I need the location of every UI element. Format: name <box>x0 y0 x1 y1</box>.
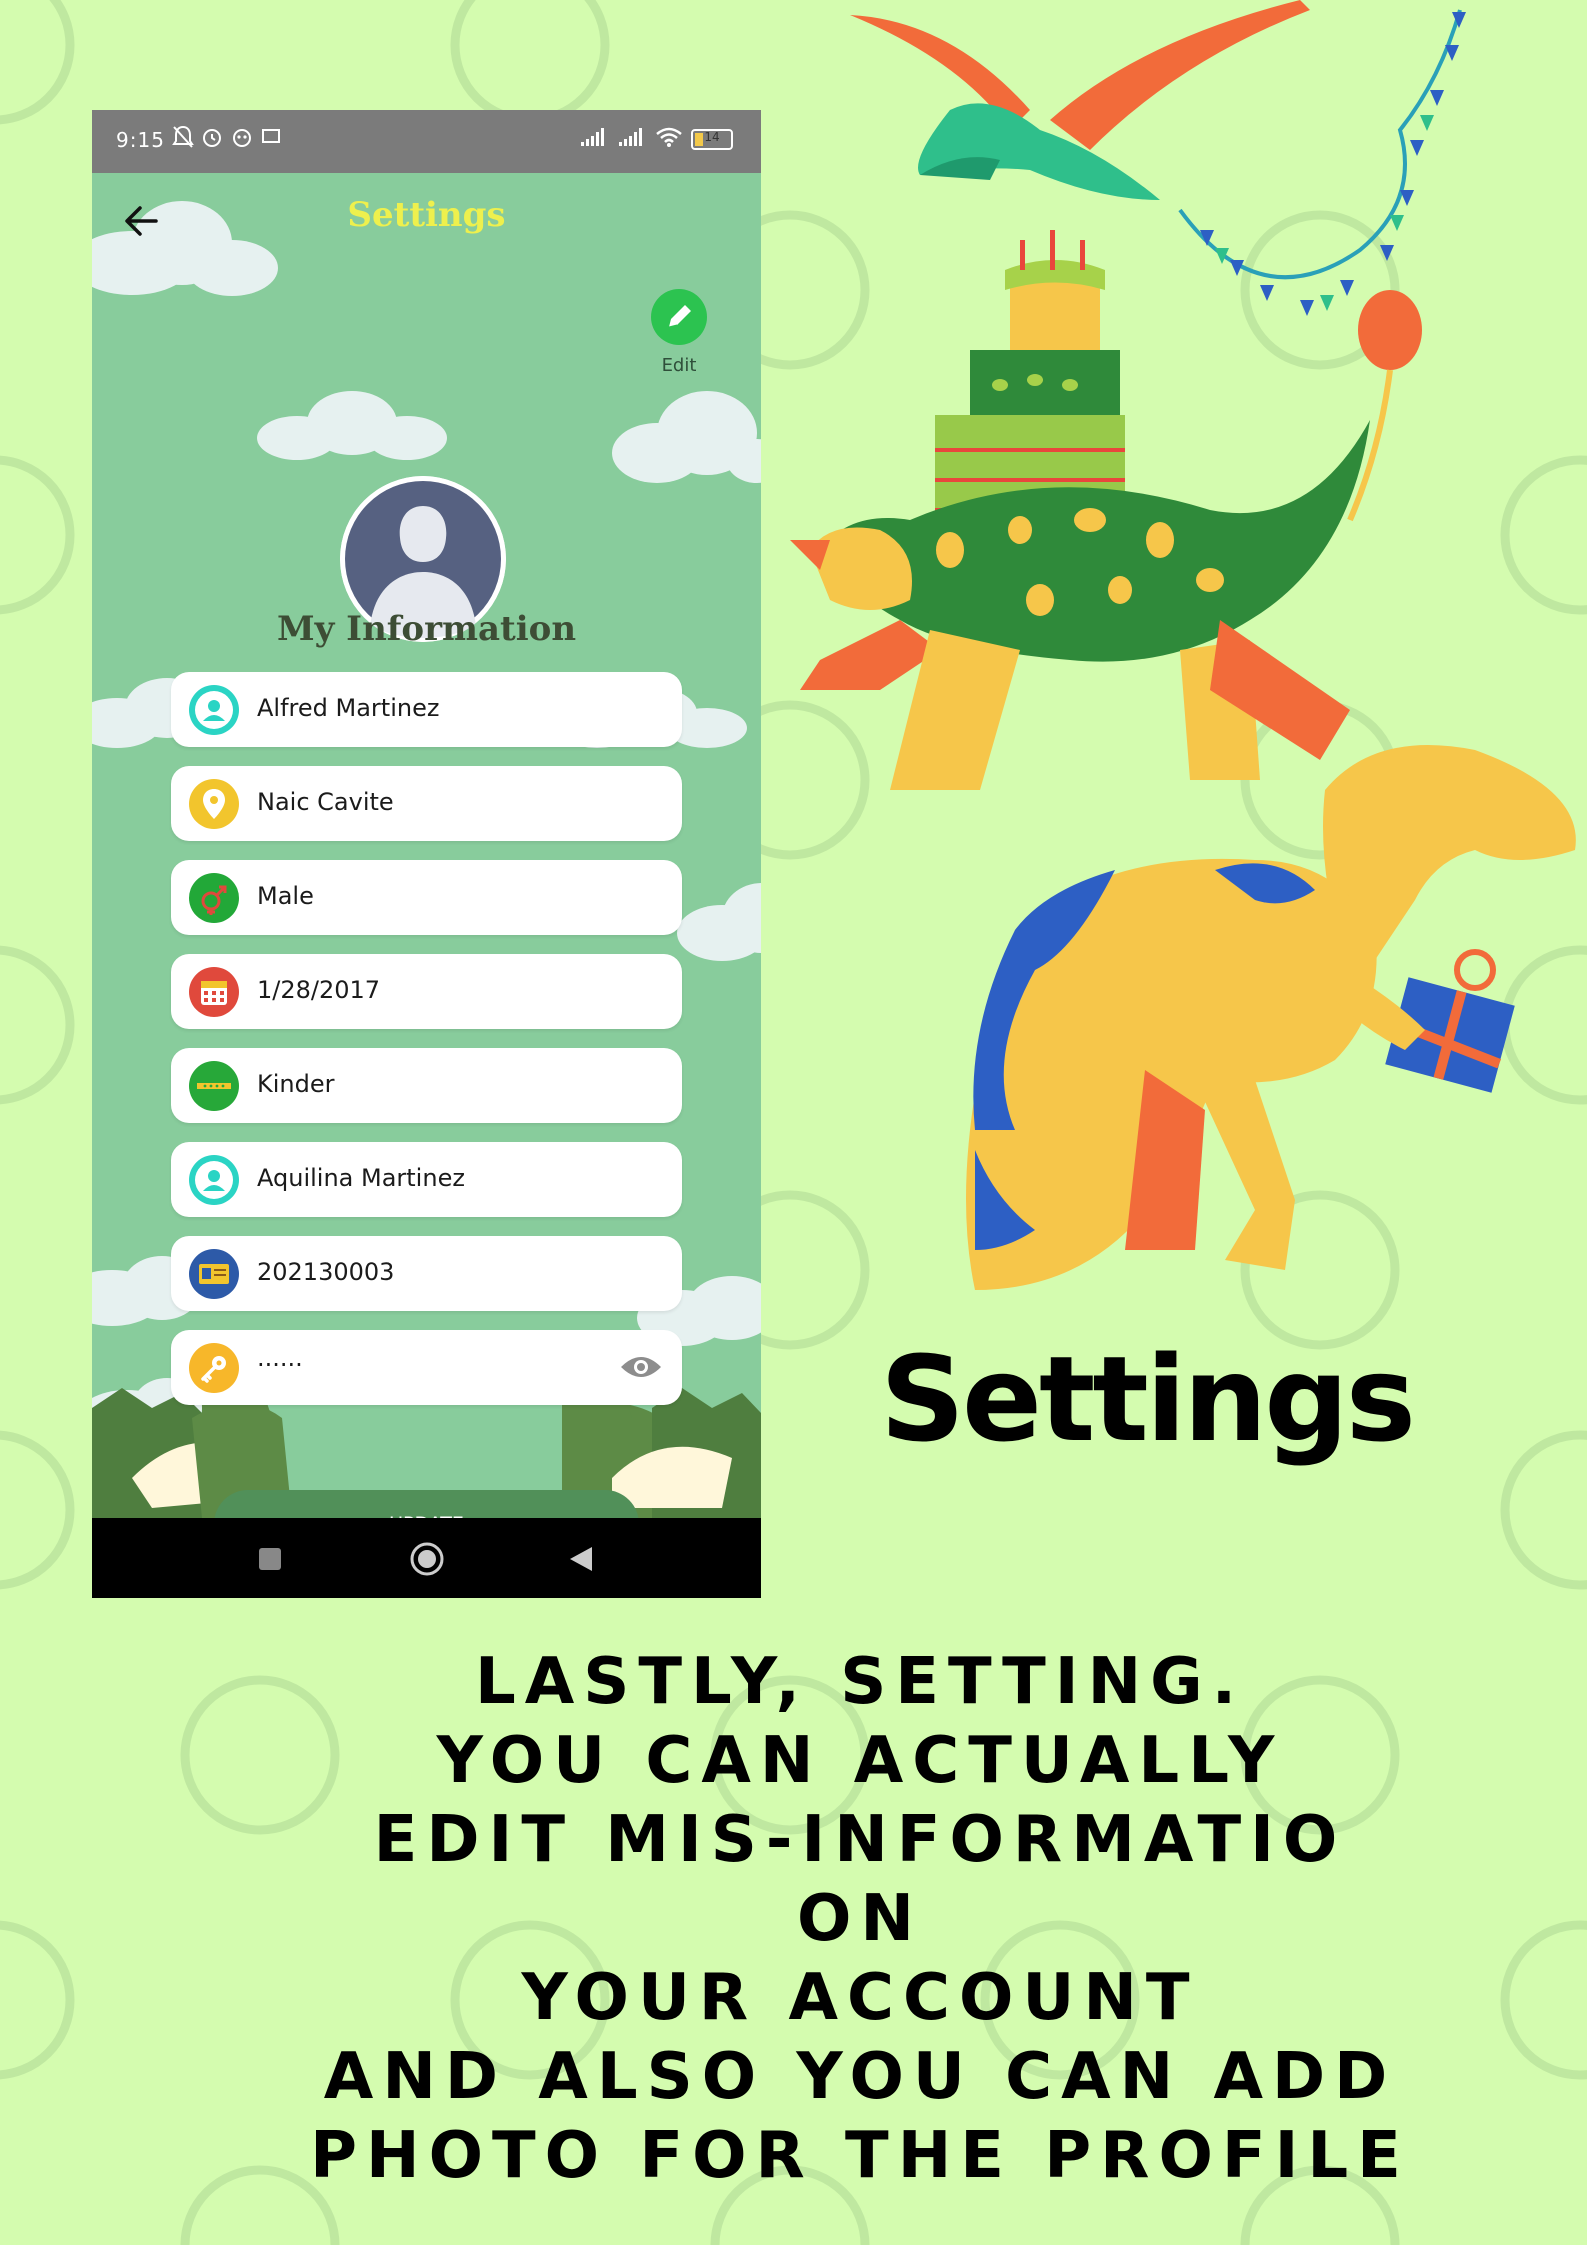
calendar-icon <box>189 967 239 1017</box>
android-navigation-bar <box>92 1518 761 1598</box>
home-icon[interactable] <box>409 1541 445 1581</box>
birthdate-value: 1/28/2017 <box>257 976 381 1004</box>
password-value: ...... <box>257 1344 303 1372</box>
caption-line: PHOTO FOR THE PROFILE <box>310 2119 1410 2193</box>
cloud-decoration <box>677 883 761 961</box>
name-value: Alfred Martinez <box>257 694 440 722</box>
person-icon <box>189 1155 239 1205</box>
caption-line: YOUR ACCOUNT <box>521 1961 1199 2035</box>
alarm-icon <box>200 125 224 154</box>
status-notification-icons <box>172 125 282 154</box>
bell-muted-icon <box>172 125 194 154</box>
status-system-icons: 14 <box>579 126 733 153</box>
gender-field[interactable]: Male <box>171 860 682 935</box>
location-pin-icon <box>189 779 239 829</box>
status-bar: 9:15 14 <box>92 110 761 173</box>
id-card-icon <box>189 1249 239 1299</box>
person-icon <box>189 685 239 735</box>
caption-line: ON <box>797 1882 923 1956</box>
gender-value: Male <box>257 882 314 910</box>
address-value: Naic Cavite <box>257 788 394 816</box>
phone-screenshot: 9:15 14 Settings Edit My Information Alf… <box>92 110 761 1598</box>
caption-line: YOU CAN ACTUALLY <box>436 1724 1284 1798</box>
back-triangle-icon[interactable] <box>568 1545 594 1577</box>
battery-icon: 14 <box>691 129 733 150</box>
password-field[interactable]: ...... <box>171 1330 682 1405</box>
gallery-icon <box>260 125 282 154</box>
cloud-decoration <box>612 391 761 483</box>
edit-label: Edit <box>661 355 697 376</box>
key-icon <box>189 1343 239 1393</box>
caption: LASTLY, SETTING. YOU CAN ACTUALLY EDIT M… <box>180 1643 1540 2196</box>
caption-line: LASTLY, SETTING. <box>474 1645 1246 1719</box>
status-time: 9:15 <box>116 128 165 152</box>
name-field[interactable]: Alfred Martinez <box>171 672 682 747</box>
recent-apps-icon[interactable] <box>257 1546 283 1576</box>
birthdate-field[interactable]: 1/28/2017 <box>171 954 682 1029</box>
cloud-decoration <box>257 391 447 460</box>
signal-icon <box>579 126 609 153</box>
battery-level: 14 <box>704 130 720 144</box>
signal-icon-2 <box>617 126 647 153</box>
trex-with-gift-illustration <box>966 745 1576 1290</box>
gender-icon <box>189 873 239 923</box>
screen-title: Settings <box>347 195 506 235</box>
grade-level-field[interactable]: Kinder <box>171 1048 682 1123</box>
section-title: My Information <box>276 609 577 649</box>
panda-app-icon <box>230 125 254 154</box>
edit-button[interactable]: Edit <box>644 289 714 376</box>
student-id-field[interactable]: 202130003 <box>171 1236 682 1311</box>
grade-level-value: Kinder <box>257 1070 335 1098</box>
address-field[interactable]: Naic Cavite <box>171 766 682 841</box>
guardian-value: Aquilina Martinez <box>257 1164 465 1192</box>
grade-icon <box>189 1061 239 1111</box>
settings-screen: Settings Edit My Information Alfred Mart… <box>92 173 761 1558</box>
wifi-icon <box>655 126 683 153</box>
student-id-value: 202130003 <box>257 1258 395 1286</box>
guardian-field[interactable]: Aquilina Martinez <box>171 1142 682 1217</box>
caption-line: EDIT MIS-INFORMATIO <box>373 1803 1347 1877</box>
eye-icon[interactable] <box>618 1352 664 1382</box>
caption-line: AND ALSO YOU CAN ADD <box>323 2040 1397 2114</box>
headline: Settings <box>880 1330 1416 1468</box>
pencil-icon <box>651 289 707 345</box>
